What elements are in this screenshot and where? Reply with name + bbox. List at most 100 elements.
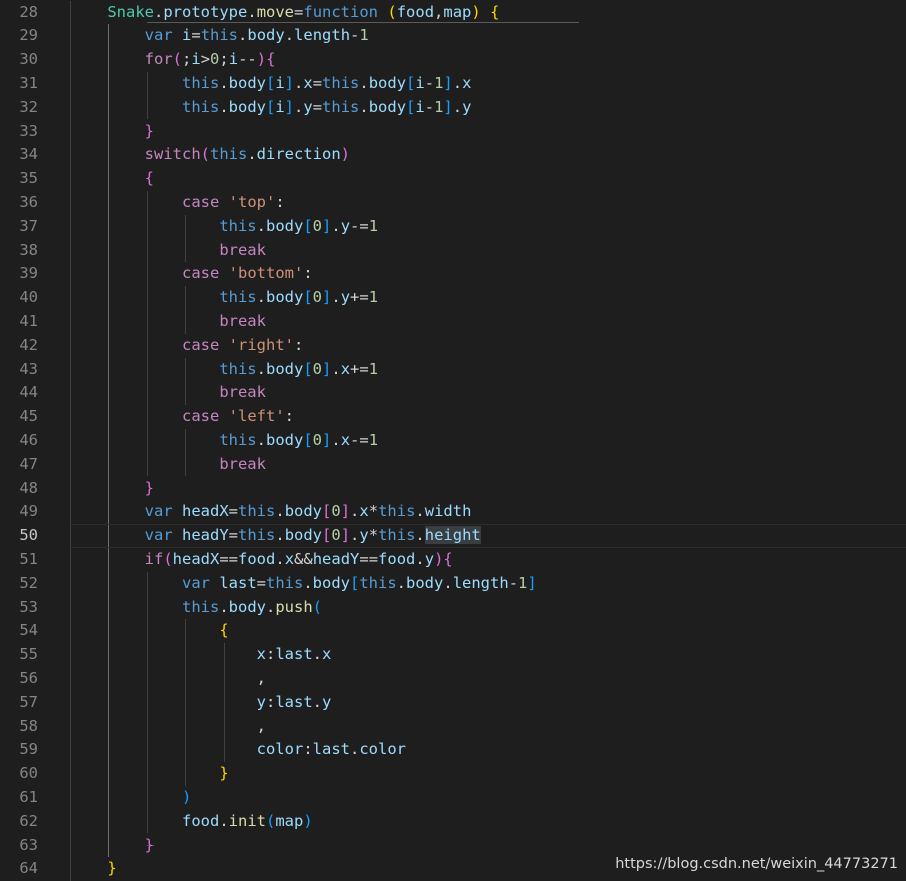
code-line[interactable]: 35 { — [0, 167, 906, 191]
code-text: case 'left': — [70, 405, 294, 429]
code-line[interactable]: 34 switch(this.direction) — [0, 143, 906, 167]
code-line[interactable]: 51 if(headX==food.x&&headY==food.y){ — [0, 548, 906, 572]
code-token: , — [434, 2, 444, 21]
code-text: food.init(map) — [70, 810, 313, 834]
line-number: 56 — [19, 668, 38, 687]
code-token: i — [415, 73, 425, 92]
code-line[interactable]: 43 this.body[0].x+=1 — [0, 358, 906, 382]
code-line[interactable]: 56 , — [0, 667, 906, 691]
code-token: > — [200, 50, 211, 69]
code-token: . — [359, 73, 369, 92]
code-token: width — [424, 502, 472, 521]
code-line[interactable]: 29 var i=this.body.length-1 — [0, 24, 906, 48]
code-line[interactable]: 41 break — [0, 310, 906, 334]
code-token: . — [312, 692, 322, 711]
code-token: body — [312, 573, 350, 592]
line-number: 44 — [19, 383, 38, 402]
code-line[interactable]: 60 } — [0, 762, 906, 786]
code-token: . — [452, 97, 463, 116]
code-line[interactable]: 38 break — [0, 239, 906, 263]
code-token: [ — [303, 430, 313, 449]
code-token: - — [350, 26, 360, 45]
code-token: [ — [406, 97, 416, 116]
code-token: 0 — [312, 216, 322, 235]
code-line[interactable]: 50 var headY=this.body[0].y*this.height — [0, 524, 906, 548]
code-line[interactable]: 54 { — [0, 619, 906, 643]
code-token: . — [219, 97, 229, 116]
code-line[interactable]: 58 , — [0, 715, 906, 739]
code-text: color:last.color — [70, 738, 406, 762]
code-token: ( — [387, 2, 397, 21]
code-text: this.body[0].x+=1 — [70, 358, 378, 382]
code-text: { — [70, 167, 154, 191]
code-line[interactable]: 53 this.body.push( — [0, 596, 906, 620]
code-token: y — [340, 216, 351, 235]
code-text: for(;i>0;i--){ — [70, 48, 276, 72]
code-text: } — [70, 120, 154, 144]
code-line[interactable]: 49 var headX=this.body[0].x*this.width — [0, 500, 906, 524]
code-token: - — [424, 73, 435, 92]
line-number: 62 — [19, 811, 38, 830]
code-line[interactable]: 32 this.body[i].y=this.body[i-1].y — [0, 96, 906, 120]
code-text: break — [70, 310, 266, 334]
code-token: body — [265, 430, 304, 449]
code-token: . — [275, 526, 285, 545]
code-token: food — [396, 2, 435, 21]
code-line[interactable]: 46 this.body[0].x-=1 — [0, 429, 906, 453]
code-token: this — [378, 526, 416, 545]
code-token: x — [462, 73, 472, 92]
code-token: 0 — [312, 288, 322, 307]
code-line[interactable]: 40 this.body[0].y+=1 — [0, 286, 906, 310]
code-token: = — [294, 2, 304, 21]
code-line[interactable]: 63 } — [0, 834, 906, 858]
code-line[interactable]: 37 this.body[0].y-=1 — [0, 215, 906, 239]
code-line[interactable]: 42 case 'right': — [0, 334, 906, 358]
code-line[interactable]: 44 break — [0, 381, 906, 405]
code-line[interactable]: 52 var last=this.body[this.body.length-1… — [0, 572, 906, 596]
code-line[interactable]: 48 } — [0, 477, 906, 501]
code-token: i — [191, 50, 201, 69]
code-token: ; — [182, 50, 192, 69]
code-token: length — [452, 573, 509, 592]
line-number: 50 — [19, 526, 38, 545]
code-token: 0 — [312, 430, 322, 449]
code-line[interactable]: 33 } — [0, 120, 906, 144]
code-line[interactable]: 47 break — [0, 453, 906, 477]
line-number: 31 — [19, 73, 38, 92]
code-token: headX — [172, 549, 220, 568]
code-token: { — [266, 50, 276, 69]
code-token: -- — [238, 50, 257, 69]
code-line[interactable]: 36 case 'top': — [0, 191, 906, 215]
code-token: 0 — [210, 50, 220, 69]
code-line[interactable]: 61 ) — [0, 786, 906, 810]
code-editor[interactable]: 28 Snake.prototype.move=function (food,m… — [0, 0, 906, 881]
code-line[interactable]: 45 case 'left': — [0, 405, 906, 429]
code-token: * — [368, 502, 379, 521]
code-line[interactable]: 30 for(;i>0;i--){ — [0, 48, 906, 72]
code-token: case — [181, 335, 220, 354]
code-token: { — [219, 621, 229, 640]
code-token: 1 — [368, 359, 379, 378]
code-line[interactable]: 28 Snake.prototype.move=function (food,m… — [0, 1, 906, 25]
code-token: = — [228, 526, 239, 545]
code-line[interactable]: 59 color:last.color — [0, 738, 906, 762]
code-line[interactable]: 31 this.body[i].x=this.body[i-1].x — [0, 72, 906, 96]
code-text: ) — [70, 786, 191, 810]
code-token: length — [294, 26, 351, 45]
code-line[interactable]: 57 y:last.y — [0, 691, 906, 715]
code-token: . — [256, 430, 266, 449]
code-line[interactable]: 62 food.init(map) — [0, 810, 906, 834]
code-token: . — [256, 288, 266, 307]
code-token: && — [294, 549, 313, 568]
code-line[interactable]: 39 case 'bottom': — [0, 262, 906, 286]
code-line[interactable]: 55 x:last.x — [0, 643, 906, 667]
